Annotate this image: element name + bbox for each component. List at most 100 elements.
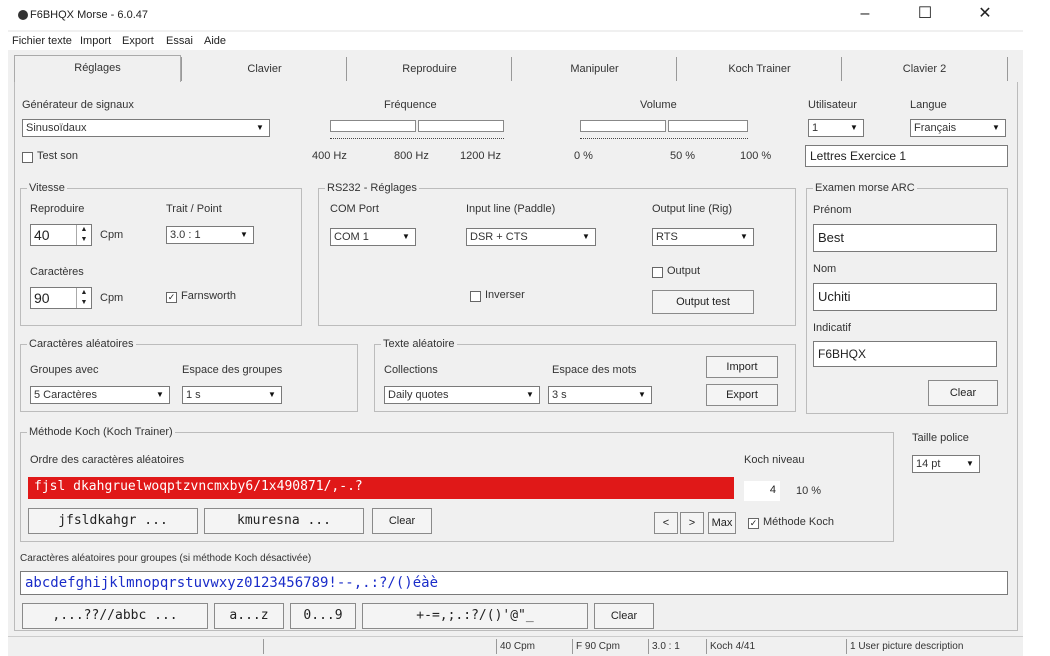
volume-slider-a[interactable] xyxy=(580,120,666,132)
espace-groupes-select[interactable]: 1 s ▼ xyxy=(182,386,282,404)
output-checkbox[interactable] xyxy=(652,267,663,278)
koch-next-button[interactable]: > xyxy=(680,512,704,534)
status-cpm: 40 Cpm xyxy=(496,639,566,654)
examen-title: Examen morse ARC xyxy=(813,182,917,194)
chars-letters-button[interactable]: a...z xyxy=(214,603,284,629)
com-port-select[interactable]: COM 1 ▼ xyxy=(330,228,416,246)
generator-label: Générateur de signaux xyxy=(22,99,134,111)
trait-point-value: 3.0 : 1 xyxy=(170,229,201,241)
espace-mots-select[interactable]: 3 s ▼ xyxy=(548,386,652,404)
tab-clavier-2[interactable]: Clavier 2 xyxy=(841,57,1008,81)
collections-value: Daily quotes xyxy=(388,389,449,401)
methode-koch-checkbox[interactable]: ✓ xyxy=(748,518,759,529)
volume-tick-max: 100 % xyxy=(740,150,772,162)
koch-niveau-value[interactable]: 4 xyxy=(744,481,780,501)
status-farnsworth: F 90 Cpm xyxy=(572,639,646,654)
inverser-checkbox[interactable] xyxy=(470,291,481,302)
frequence-slider-b[interactable] xyxy=(418,120,504,132)
groupes-value: 5 Caractères xyxy=(34,389,97,401)
langue-label: Langue xyxy=(910,99,947,111)
chevron-down-icon: ▼ xyxy=(256,123,264,132)
reproduire-label: Reproduire xyxy=(30,203,85,215)
koch-prev-button[interactable]: < xyxy=(654,512,678,534)
lettres-exercice-field[interactable]: Lettres Exercice 1 xyxy=(805,145,1008,167)
texte-title: Texte aléatoire xyxy=(381,338,457,350)
minimize-icon[interactable]: – xyxy=(848,4,882,26)
nom-label: Nom xyxy=(813,263,837,275)
spinner-arrows-icon[interactable]: ▲ ▼ xyxy=(76,225,91,245)
langue-select[interactable]: Français ▼ xyxy=(910,119,1006,137)
examen-clear-button[interactable]: Clear xyxy=(928,380,998,406)
test-son-checkbox[interactable] xyxy=(22,152,33,163)
tab-clavier[interactable]: Clavier xyxy=(181,57,347,81)
groupes-label: Groupes avec xyxy=(30,364,99,376)
chars-punct-button[interactable]: +-=,;.:?/()'@"_ xyxy=(362,603,588,629)
koch-max-button[interactable]: Max xyxy=(708,512,736,534)
chevron-down-icon: ▼ xyxy=(582,232,590,241)
frequence-ticks xyxy=(330,134,504,139)
chevron-down-icon: ▼ xyxy=(740,232,748,241)
menu-fichier[interactable]: Fichier texte xyxy=(12,35,72,47)
espace-mots-label: Espace des mots xyxy=(552,364,637,376)
chevron-down-icon: ▼ xyxy=(268,390,276,399)
taille-police-select[interactable]: 14 pt ▼ xyxy=(912,455,980,473)
collections-select[interactable]: Daily quotes ▼ xyxy=(384,386,540,404)
koch-preset-2-button[interactable]: kmuresna ... xyxy=(204,508,364,534)
spinner-arrows-icon[interactable]: ▲ ▼ xyxy=(76,288,91,308)
input-line-select[interactable]: DSR + CTS ▼ xyxy=(466,228,596,246)
chars-clear-button[interactable]: Clear xyxy=(594,603,654,629)
menu-essai[interactable]: Essai xyxy=(166,35,193,47)
status-bar: 40 Cpm F 90 Cpm 3.0 : 1 Koch 4/41 1 User… xyxy=(8,636,1023,656)
generator-select[interactable]: Sinusoïdaux ▼ xyxy=(22,119,270,137)
frequence-label: Fréquence xyxy=(384,99,437,111)
menu-aide[interactable]: Aide xyxy=(204,35,226,47)
caracteres-spinner[interactable]: 90 ▲ ▼ xyxy=(30,287,92,309)
koch-title: Méthode Koch (Koch Trainer) xyxy=(27,426,175,438)
espace-groupes-value: 1 s xyxy=(186,389,201,401)
test-son-label: Test son xyxy=(37,150,78,162)
maximize-icon[interactable]: ☐ xyxy=(908,4,942,26)
nom-field[interactable]: Uchiti xyxy=(813,283,997,311)
prenom-field[interactable]: Best xyxy=(813,224,997,252)
tab-koch-trainer[interactable]: Koch Trainer xyxy=(676,57,842,81)
close-icon[interactable]: ✕ xyxy=(968,4,1002,26)
frequence-tick-min: 400 Hz xyxy=(312,150,347,162)
app-icon xyxy=(18,10,28,20)
rs232-title: RS232 - Réglages xyxy=(325,182,419,194)
groupes-chars-field[interactable]: abcdefghijklmnopqrstuvwxyz0123456789!--,… xyxy=(20,571,1008,595)
vitesse-title: Vitesse xyxy=(27,182,67,194)
volume-slider-b[interactable] xyxy=(668,120,748,132)
status-empty xyxy=(263,639,497,654)
menu-export[interactable]: Export xyxy=(122,35,154,47)
output-test-button[interactable]: Output test xyxy=(652,290,754,314)
tab-manipuler[interactable]: Manipuler xyxy=(511,57,677,81)
koch-order-field[interactable]: fjsl dkahgruelwoqptzvncmxby6/1x490871/,-… xyxy=(28,477,734,499)
utilisateur-select[interactable]: 1 ▼ xyxy=(808,119,864,137)
utilisateur-label: Utilisateur xyxy=(808,99,857,111)
reproduire-spinner[interactable]: 40 ▲ ▼ xyxy=(30,224,92,246)
volume-label: Volume xyxy=(640,99,677,111)
indicatif-field[interactable]: F6BHQX xyxy=(813,341,997,367)
chevron-down-icon: ▼ xyxy=(638,390,646,399)
output-line-value: RTS xyxy=(656,231,678,243)
inverser-label: Inverser xyxy=(485,289,525,301)
koch-niveau-label: Koch niveau xyxy=(744,454,805,466)
farnsworth-label: Farnsworth xyxy=(181,290,237,302)
groupes-select[interactable]: 5 Caractères ▼ xyxy=(30,386,170,404)
chevron-down-icon: ▼ xyxy=(240,230,248,239)
koch-clear-button[interactable]: Clear xyxy=(372,508,432,534)
espace-mots-value: 3 s xyxy=(552,389,567,401)
koch-preset-1-button[interactable]: jfsldkahgr ... xyxy=(28,508,198,534)
tab-reglages[interactable]: Réglages xyxy=(14,55,181,82)
import-button[interactable]: Import xyxy=(706,356,778,378)
chars-preset-1-button[interactable]: ,...??//abbc ... xyxy=(22,603,208,629)
farnsworth-checkbox[interactable]: ✓ xyxy=(166,292,177,303)
trait-point-select[interactable]: 3.0 : 1 ▼ xyxy=(166,226,254,244)
status-description: 1 User picture description xyxy=(846,639,1020,654)
export-button[interactable]: Export xyxy=(706,384,778,406)
output-line-select[interactable]: RTS ▼ xyxy=(652,228,754,246)
chars-digits-button[interactable]: 0...9 xyxy=(290,603,356,629)
menu-import[interactable]: Import xyxy=(80,35,111,47)
tab-reproduire[interactable]: Reproduire xyxy=(346,57,512,81)
frequence-slider-a[interactable] xyxy=(330,120,416,132)
